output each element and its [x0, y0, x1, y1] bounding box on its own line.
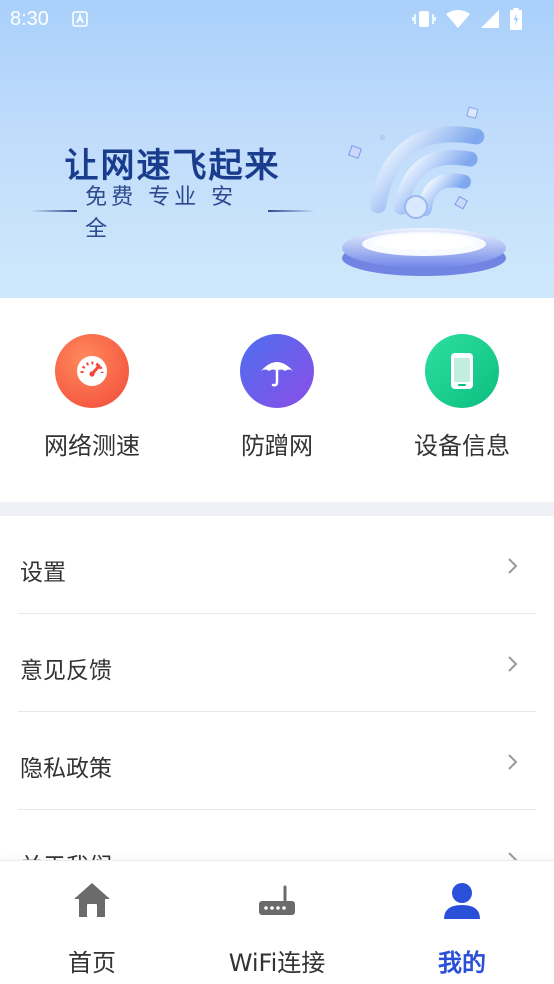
chevron-right-icon [508, 852, 518, 860]
chevron-right-icon [508, 754, 518, 770]
wifi-illustration-icon [342, 106, 506, 276]
status-bar: 8:30 [0, 0, 554, 38]
nav-label: 我的 [438, 949, 486, 977]
tool-speed-test[interactable]: 网络测速 [12, 334, 172, 461]
menu-item-about[interactable]: 关于我们 [18, 810, 536, 860]
wifi-signal-icon [446, 10, 470, 28]
cell-signal-icon [481, 10, 499, 28]
status-icons [412, 8, 522, 30]
vibrate-icon [412, 11, 436, 27]
nav-wifi-connect[interactable]: WiFi连接 [197, 879, 357, 978]
banner-subtitle-row: 免费 专业 安全 [30, 185, 315, 242]
tool-device-info[interactable]: 设备信息 [382, 334, 542, 461]
tool-anti-leech[interactable]: 防蹭网 [197, 334, 357, 461]
bottom-nav: 首页 WiFi连接 我的 [0, 860, 554, 984]
settings-menu: 设置 意见反馈 隐私政策 关于我们 [0, 516, 554, 860]
phone-icon [425, 334, 499, 408]
battery-icon [510, 8, 522, 30]
menu-item-privacy[interactable]: 隐私政策 [18, 712, 536, 810]
tool-label: 设备信息 [414, 432, 510, 460]
menu-item-label: 关于我们 [20, 847, 112, 860]
chevron-right-icon [508, 656, 518, 672]
nav-label: WiFi连接 [228, 949, 326, 977]
status-time: 8:30 [10, 8, 49, 30]
menu-item-settings[interactable]: 设置 [18, 516, 536, 614]
tool-label: 防蹭网 [241, 432, 313, 460]
umbrella-icon [240, 334, 314, 408]
tool-label: 网络测速 [44, 432, 140, 460]
subtitle-line-left [30, 210, 78, 212]
notification-icon [72, 11, 88, 27]
home-icon [74, 883, 110, 917]
chevron-right-icon [508, 558, 518, 574]
menu-item-feedback[interactable]: 意见反馈 [18, 614, 536, 712]
nav-home[interactable]: 首页 [12, 879, 172, 978]
menu-item-label: 隐私政策 [20, 756, 112, 782]
menu-item-label: 设置 [20, 560, 66, 586]
menu-item-label: 意见反馈 [20, 658, 112, 684]
speedometer-icon [55, 334, 129, 408]
section-divider [0, 502, 554, 516]
subtitle-line-right [267, 210, 315, 212]
quick-tools: 网络测速 防蹭网 设备信息 [0, 298, 554, 502]
nav-label: 首页 [68, 949, 116, 977]
nav-mine[interactable]: 我的 [382, 879, 542, 978]
router-icon [259, 885, 295, 915]
user-icon [444, 883, 480, 919]
banner-subtitle: 免费 专业 安全 [85, 185, 238, 242]
banner: 8:30 让网速飞起来 免费 专业 安全 [0, 0, 554, 298]
